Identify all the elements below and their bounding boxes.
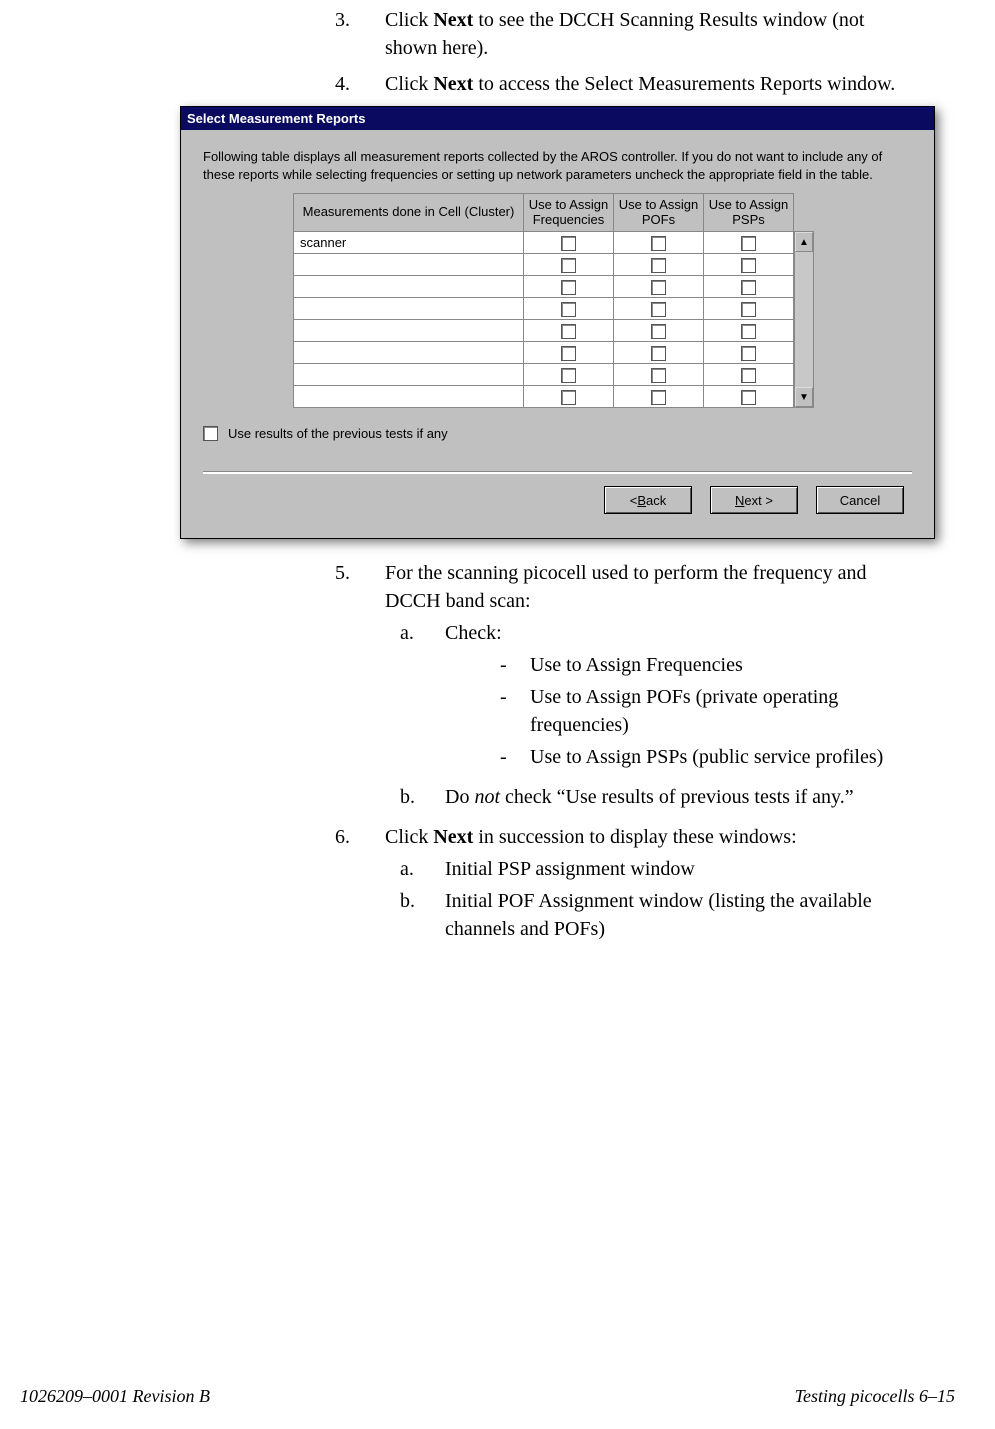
table-scrollbar[interactable]: ▲ ▼ (794, 231, 814, 408)
scroll-down-icon[interactable]: ▼ (795, 387, 813, 407)
table-row (294, 320, 794, 342)
step-6a-text: Initial PSP assignment window (445, 855, 695, 883)
measurements-table: Measurements done in Cell (Cluster) Use … (293, 193, 794, 408)
previous-tests-label: Use results of the previous tests if any (228, 426, 448, 441)
step-6b: b. Initial POF Assignment window (listin… (385, 887, 920, 943)
step-5a-d1: -Use to Assign Frequencies (445, 651, 920, 679)
header-cell-pofs: Use to Assign POFs (614, 194, 704, 232)
step-5-text: For the scanning picocell used to perfor… (385, 562, 867, 612)
checkbox[interactable] (651, 280, 666, 295)
scroll-up-icon[interactable]: ▲ (795, 232, 813, 252)
step-5b: b. Do not check “Use results of previous… (385, 783, 920, 811)
scroll-track[interactable] (795, 252, 813, 387)
table-row (294, 386, 794, 408)
table-row (294, 276, 794, 298)
checkbox[interactable] (561, 280, 576, 295)
step-5-number: 5. (335, 559, 385, 815)
checkbox[interactable] (741, 346, 756, 361)
back-button[interactable]: < Back (604, 486, 692, 514)
checkbox[interactable] (651, 236, 666, 251)
checkbox[interactable] (651, 324, 666, 339)
row-label: scanner (294, 232, 524, 254)
header-cell-psps: Use to Assign PSPs (704, 194, 794, 232)
step-5a-d3: -Use to Assign PSPs (public service prof… (445, 743, 920, 771)
row-label (294, 320, 524, 342)
checkbox[interactable] (651, 258, 666, 273)
checkbox[interactable] (741, 280, 756, 295)
step-6b-text: Initial POF Assignment window (listing t… (445, 887, 920, 943)
step-5a-number: a. (385, 619, 445, 775)
step-6-text: Click Next in succession to display thes… (385, 826, 797, 848)
checkbox[interactable] (561, 236, 576, 251)
step-6b-number: b. (385, 887, 445, 943)
checkbox[interactable] (741, 390, 756, 405)
step-6: 6. Click Next in succession to display t… (335, 823, 920, 947)
step-5a-text: Check: (445, 622, 502, 644)
step-3-number: 3. (335, 6, 385, 62)
step-6a: a. Initial PSP assignment window (385, 855, 920, 883)
cancel-button[interactable]: Cancel (816, 486, 904, 514)
step-6-number: 6. (335, 823, 385, 947)
checkbox[interactable] (741, 324, 756, 339)
step-3: 3. Click Next to see the DCCH Scanning R… (335, 6, 920, 62)
step-5a: a. Check: -Use to Assign Frequencies -Us… (385, 619, 920, 775)
step-4-text: Click Next to access the Select Measurem… (385, 70, 895, 98)
checkbox[interactable] (561, 346, 576, 361)
checkbox[interactable] (561, 390, 576, 405)
checkbox[interactable] (651, 368, 666, 383)
header-cell-frequencies: Use to Assign Frequencies (524, 194, 614, 232)
checkbox[interactable] (561, 302, 576, 317)
checkbox[interactable] (561, 258, 576, 273)
dialog-description: Following table displays all measurement… (203, 148, 912, 183)
step-5: 5. For the scanning picocell used to per… (335, 559, 920, 815)
next-button[interactable]: Next > (710, 486, 798, 514)
step-5b-text: Do not check “Use results of previous te… (445, 783, 854, 811)
table-row (294, 364, 794, 386)
dialog-titlebar: Select Measurement Reports (181, 107, 934, 130)
page-footer: 1026209–0001 Revision B Testing picocell… (20, 1386, 955, 1407)
step-3-text: Click Next to see the DCCH Scanning Resu… (385, 6, 920, 62)
step-4: 4. Click Next to access the Select Measu… (335, 70, 920, 98)
checkbox[interactable] (741, 236, 756, 251)
footer-right: Testing picocells 6–15 (795, 1386, 955, 1407)
checkbox[interactable] (741, 368, 756, 383)
table-row (294, 342, 794, 364)
row-label (294, 386, 524, 408)
footer-left: 1026209–0001 Revision B (20, 1386, 210, 1407)
row-label (294, 364, 524, 386)
row-label (294, 254, 524, 276)
table-row: scanner (294, 232, 794, 254)
dialog-screenshot: Select Measurement Reports Following tab… (180, 106, 935, 539)
checkbox[interactable] (651, 390, 666, 405)
row-label (294, 342, 524, 364)
checkbox[interactable] (561, 324, 576, 339)
step-5a-d2: -Use to Assign POFs (private operating f… (445, 683, 920, 739)
checkbox[interactable] (651, 346, 666, 361)
step-4-number: 4. (335, 70, 385, 98)
step-6a-number: a. (385, 855, 445, 883)
checkbox[interactable] (561, 368, 576, 383)
step-5b-number: b. (385, 783, 445, 811)
checkbox[interactable] (741, 258, 756, 273)
row-label (294, 298, 524, 320)
table-row (294, 254, 794, 276)
checkbox[interactable] (651, 302, 666, 317)
table-header-row: Measurements done in Cell (Cluster) Use … (294, 194, 794, 232)
checkbox[interactable] (741, 302, 756, 317)
header-cell-measurements: Measurements done in Cell (Cluster) (294, 194, 524, 232)
row-label (294, 276, 524, 298)
table-row (294, 298, 794, 320)
previous-tests-checkbox[interactable] (203, 426, 218, 441)
